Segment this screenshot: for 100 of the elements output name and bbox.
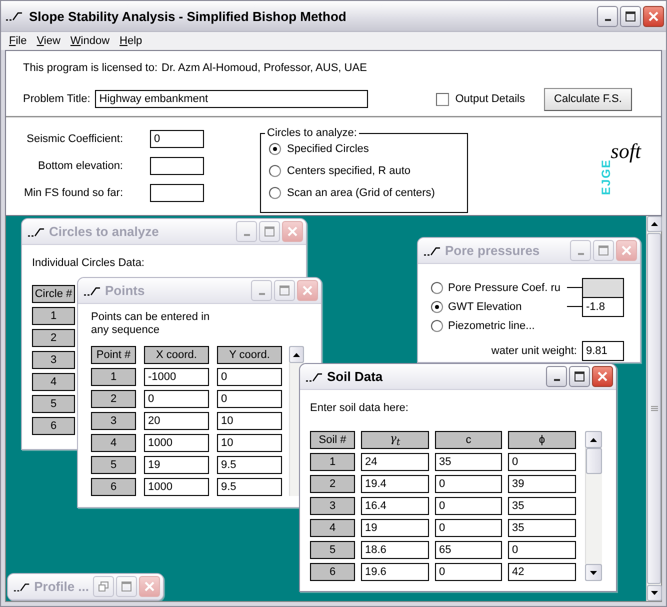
caption: Individual Circles Data:: [32, 257, 146, 270]
slope-icon: [83, 286, 101, 296]
table-cell[interactable]: -1000: [144, 368, 209, 386]
group-title: Circles to analyze:: [266, 127, 358, 139]
input-field[interactable]: [150, 157, 204, 175]
up-arrow-icon: [293, 352, 300, 356]
table-cell[interactable]: 24: [361, 453, 429, 471]
down-arrow-icon: [651, 591, 658, 595]
table-cell[interactable]: 0: [144, 390, 209, 408]
radio-button[interactable]: [269, 165, 281, 177]
license-holder: Dr. Azm Al-Homoud, Professor, AUS, UAE: [162, 62, 367, 74]
row-number: 6: [32, 417, 75, 435]
table-cell[interactable]: 35: [435, 453, 502, 471]
row-number: 3: [91, 412, 136, 430]
window-title: Profile ...: [34, 579, 89, 594]
maximize-icon: [279, 285, 290, 296]
table-cell[interactable]: 10: [217, 412, 282, 430]
table-cell[interactable]: 0: [508, 453, 576, 471]
table-cell[interactable]: 19: [361, 519, 429, 537]
table-cell[interactable]: 10: [217, 434, 282, 452]
table-cell[interactable]: 0: [435, 497, 502, 515]
menu-item[interactable]: Help: [116, 35, 148, 47]
table-cell[interactable]: 39: [508, 475, 576, 493]
row-number: 3: [310, 497, 355, 515]
row-number: 5: [91, 456, 136, 474]
minimize-button[interactable]: [546, 366, 567, 387]
logo-text: soft: [610, 139, 641, 164]
row-number: 5: [310, 541, 355, 559]
row-number: 4: [32, 373, 75, 391]
up-arrow-icon: [651, 222, 658, 226]
scroll-thumb[interactable]: [586, 448, 602, 474]
maximize-icon: [264, 226, 275, 237]
close-icon: [648, 10, 659, 22]
table-cell[interactable]: 0: [508, 541, 576, 559]
table-cell[interactable]: 19.6: [361, 563, 429, 581]
caption: Points can be entered in any sequence: [91, 311, 211, 337]
close-button[interactable]: [643, 6, 664, 26]
table-cell[interactable]: 0: [435, 475, 502, 493]
close-icon: [287, 226, 298, 237]
table-cell[interactable]: 9.5: [217, 456, 282, 474]
minimize-icon: [244, 234, 250, 236]
table-cell[interactable]: 0: [435, 563, 502, 581]
menu-item[interactable]: File: [5, 35, 33, 47]
table-cell[interactable]: 9.5: [217, 478, 282, 496]
menu-item[interactable]: View: [32, 35, 66, 47]
radio-label: GWT Elevation: [448, 300, 522, 312]
close-icon: [144, 581, 155, 592]
radio-button[interactable]: [431, 320, 443, 332]
column-header: Y coord.: [217, 346, 282, 364]
close-icon: [621, 245, 632, 256]
maximize-button[interactable]: [620, 6, 641, 26]
table-cell[interactable]: 16.4: [361, 497, 429, 515]
radio-button[interactable]: [269, 187, 281, 199]
title-field[interactable]: Highway embankment: [95, 90, 368, 108]
checkbox[interactable]: [436, 92, 450, 106]
table-cell[interactable]: 65: [435, 541, 502, 559]
field-label: Seismic Coefficient:: [26, 133, 123, 145]
table-cell[interactable]: 35: [508, 519, 576, 537]
radio-label: Piezometric line...: [448, 320, 535, 332]
window-title: Slope Stability Analysis - Simplified Bishop Method: [29, 8, 348, 24]
window-title: Circles to analyze: [49, 224, 160, 239]
menu-item[interactable]: Window: [66, 35, 116, 47]
table-cell[interactable]: 1000: [144, 478, 209, 496]
table-cell[interactable]: 18.6: [361, 541, 429, 559]
input-field[interactable]: -1.8: [582, 296, 624, 316]
minimize-button[interactable]: [597, 6, 618, 26]
input-field[interactable]: [150, 184, 204, 202]
table-cell[interactable]: 1000: [144, 434, 209, 452]
table-cell[interactable]: 20: [144, 412, 209, 430]
column-header: X coord.: [144, 346, 209, 364]
table-cell[interactable]: 42: [508, 563, 576, 581]
row-number: 4: [310, 519, 355, 537]
table-cell[interactable]: 19: [144, 456, 209, 474]
column-header: γ$_{t}$: [361, 431, 429, 449]
calculate-button[interactable]: Calculate F.S.: [544, 88, 632, 110]
table-cell[interactable]: 0: [217, 390, 282, 408]
grip-icon: [650, 406, 658, 412]
input-field[interactable]: 0: [150, 130, 204, 148]
slope-icon: [423, 246, 441, 256]
window-title: Points: [105, 283, 146, 298]
radio-button[interactable]: [431, 300, 443, 312]
slope-icon: [27, 226, 45, 236]
table-cell[interactable]: 0: [217, 368, 282, 386]
field-label: Bottom elevation:: [37, 160, 123, 172]
close-icon: [597, 371, 608, 382]
slope-icon: [305, 372, 323, 382]
input-field[interactable]: 9.81: [582, 341, 624, 361]
field-label: Problem Title:: [23, 93, 90, 105]
close-button[interactable]: [592, 366, 613, 387]
column-header: Circle #: [32, 285, 75, 303]
radio-button[interactable]: [269, 143, 281, 155]
column-header: Point #: [91, 346, 136, 364]
table-cell[interactable]: 19.4: [361, 475, 429, 493]
scrollbar[interactable]: [585, 431, 602, 581]
radio-label: Centers specified, R auto: [287, 165, 411, 177]
scrollbar[interactable]: [646, 216, 661, 601]
restore-button[interactable]: [93, 576, 114, 597]
maximize-button[interactable]: [569, 366, 590, 387]
table-cell[interactable]: 0: [435, 519, 502, 537]
table-cell[interactable]: 35: [508, 497, 576, 515]
